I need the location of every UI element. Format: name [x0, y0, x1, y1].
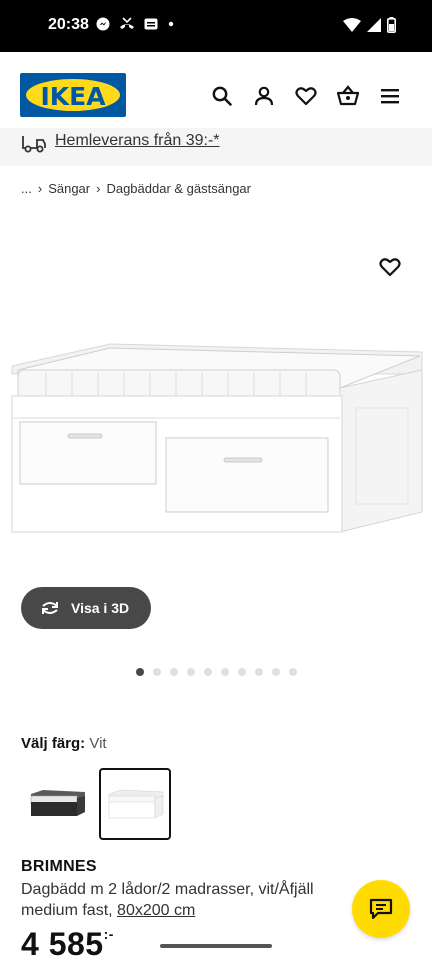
missed-call-icon: [120, 17, 134, 29]
color-swatch-black[interactable]: [21, 768, 93, 840]
logo-text: IKEA: [40, 82, 106, 111]
view-in-3d-button[interactable]: Visa i 3D: [21, 587, 151, 629]
carousel-dot[interactable]: [289, 668, 297, 676]
white-daybed-thumbnail: [108, 789, 164, 819]
wifi-icon: [343, 18, 361, 32]
delivery-banner[interactable]: Hemleverans från 39:-*: [0, 128, 432, 166]
color-label-text: Välj färg:: [21, 735, 86, 752]
home-indicator[interactable]: [160, 944, 272, 948]
basket-icon[interactable]: [336, 84, 360, 108]
delivery-link[interactable]: Hemleverans från 39:-*: [55, 132, 220, 150]
signal-icon: [367, 18, 381, 32]
product-size-link[interactable]: 80x200 cm: [117, 902, 195, 919]
site-header: IKEA: [0, 52, 432, 138]
color-swatch-white[interactable]: [99, 768, 171, 840]
chevron-right-icon: ›: [96, 181, 101, 196]
breadcrumb-item-beds[interactable]: Sängar: [48, 181, 90, 196]
status-bar: 20:38: [0, 0, 432, 52]
carousel-dot[interactable]: [136, 668, 144, 676]
carousel-dot[interactable]: [187, 668, 195, 676]
dot-icon: [168, 21, 174, 27]
menu-icon[interactable]: [378, 84, 402, 108]
product-price: 4 585:-: [21, 926, 114, 960]
rotate-icon: [42, 602, 58, 614]
breadcrumb-item-daybeds[interactable]: Dagbäddar & gästsängar: [106, 181, 251, 196]
status-time: 20:38: [48, 16, 89, 33]
carousel-dot[interactable]: [221, 668, 229, 676]
carousel-dots[interactable]: [136, 668, 297, 676]
product-image[interactable]: [0, 330, 432, 550]
notification-icons: [96, 17, 176, 31]
ikea-logo[interactable]: IKEA: [20, 73, 126, 117]
message-icon: [144, 18, 158, 30]
account-icon[interactable]: [252, 84, 276, 108]
add-to-favourites-icon[interactable]: [378, 255, 402, 279]
carousel-dot[interactable]: [170, 668, 178, 676]
product-name: BRIMNES: [21, 858, 97, 875]
chat-icon: [369, 898, 393, 920]
price-suffix: :-: [103, 926, 114, 942]
color-picker-label: Välj färg: Vit: [21, 735, 107, 752]
system-icons: [343, 17, 396, 33]
product-description: Dagbädd m 2 lådor/2 madrasser, vit/Åfjäl…: [21, 879, 361, 921]
delivery-truck-icon: [22, 136, 46, 153]
view-in-3d-label: Visa i 3D: [71, 600, 130, 616]
carousel-dot[interactable]: [272, 668, 280, 676]
carousel-dot[interactable]: [238, 668, 246, 676]
carousel-dot[interactable]: [255, 668, 263, 676]
carousel-dot[interactable]: [204, 668, 212, 676]
chevron-right-icon: ›: [37, 181, 43, 196]
battery-icon: [387, 17, 396, 33]
search-icon[interactable]: [210, 84, 234, 108]
breadcrumb: ... › Sängar › Dagbäddar & gästsängar: [21, 181, 251, 196]
price-value: 4 585: [21, 926, 104, 960]
messenger-icon: [96, 17, 110, 31]
carousel-dot[interactable]: [153, 668, 161, 676]
selected-color-value: Vit: [89, 735, 107, 752]
chat-button[interactable]: [352, 880, 410, 938]
black-daybed-thumbnail: [30, 790, 85, 816]
heart-icon[interactable]: [294, 84, 318, 108]
breadcrumb-item-more[interactable]: ...: [21, 181, 32, 196]
